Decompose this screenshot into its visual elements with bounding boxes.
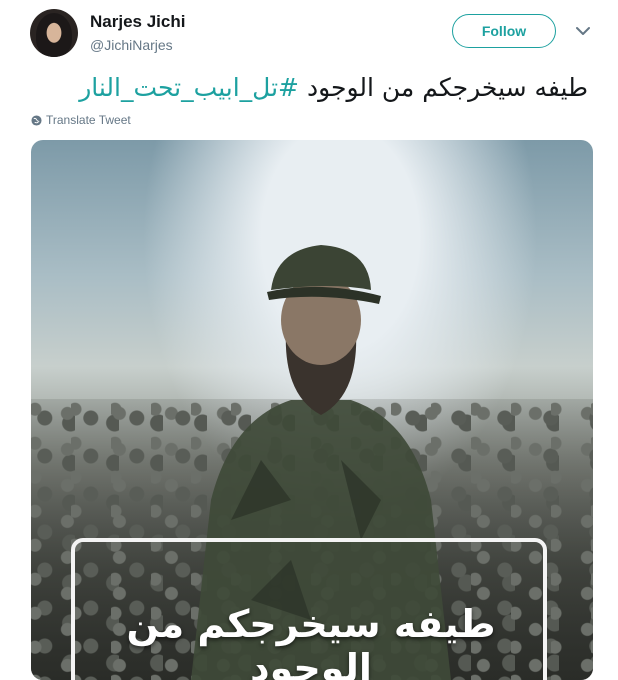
display-name[interactable]: Narjes Jichi <box>90 12 185 32</box>
tweet-text: طيفه سيخرجكم من الوجود #تل_ابيب_تحت_النا… <box>28 72 588 104</box>
globe-icon <box>31 114 42 126</box>
follow-button[interactable]: Follow <box>452 14 556 48</box>
user-handle[interactable]: @JichiNarjes <box>90 37 173 53</box>
image-caption: طيفه سيخرجكم من الوجود <box>126 602 496 680</box>
avatar[interactable] <box>30 9 78 57</box>
tweet-body: طيفه سيخرجكم من الوجود <box>306 73 588 102</box>
translate-label: Translate Tweet <box>46 113 131 127</box>
tweet-media-image[interactable]: طيفه سيخرجكم من الوجود <box>31 140 593 680</box>
chevron-down-icon[interactable] <box>576 26 590 36</box>
translate-tweet-link[interactable]: Translate Tweet <box>31 113 131 127</box>
hashtag-link[interactable]: #تل_ابيب_تحت_النار <box>79 73 299 102</box>
